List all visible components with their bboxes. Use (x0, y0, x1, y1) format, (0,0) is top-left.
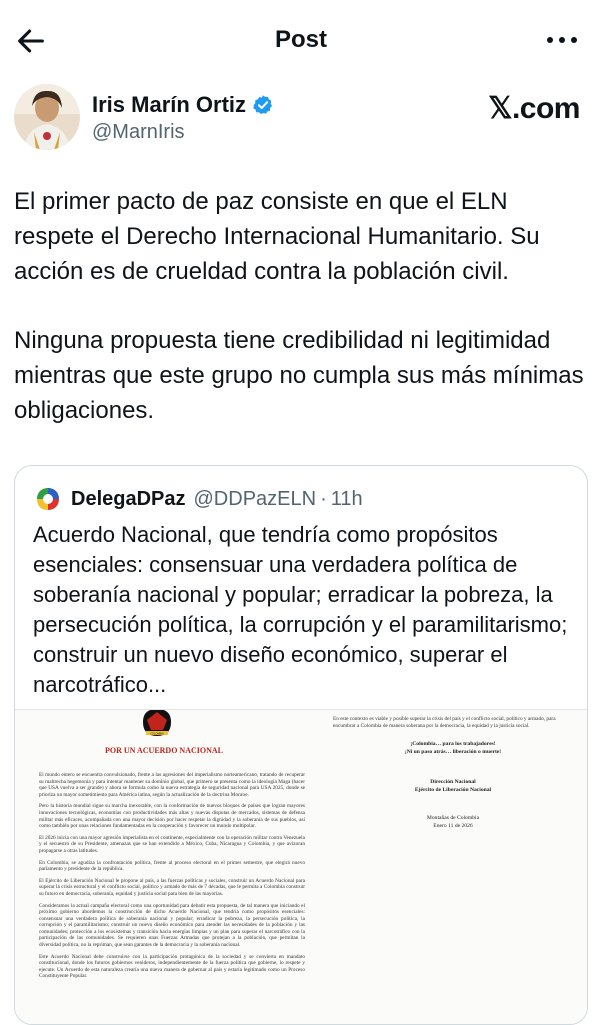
page-title: Post (274, 26, 327, 53)
quoted-post-text: Acuerdo Nacional, que tendría como propó… (33, 522, 568, 697)
signature-line: Dirección Nacional (430, 779, 476, 785)
date-line: Enero 11 de 2026 (433, 823, 473, 829)
author-name[interactable]: Iris Marín Ortiz (92, 92, 246, 118)
quoted-post-card[interactable]: DelegaDPaz @DDPazELN · 11h Acuerdo Nacio… (14, 465, 588, 1025)
document-paragraph: El 2026 inicia con una mayor agresión im… (39, 834, 305, 854)
document-body: El mundo entero se encuentra convulsiona… (39, 772, 305, 985)
top-bar: Post (0, 0, 602, 82)
document-paragraph: El mundo entero se encuentra convulsiona… (39, 772, 305, 798)
tweet-paragraph: El primer pacto de paz consiste en que e… (14, 188, 540, 285)
author-name-row: Iris Marín Ortiz (92, 92, 274, 118)
document-paragraph: Consideramos la actual campaña electoral… (39, 902, 305, 949)
verified-badge-icon (253, 95, 273, 115)
logo-text: COLOMBIA (150, 731, 164, 735)
quoted-author-handle[interactable]: @DDPazELN (194, 488, 317, 511)
quoted-author-avatar[interactable] (33, 484, 63, 514)
tweet-text: El primer pacto de paz consiste en que e… (14, 184, 589, 462)
quoted-post-header: DelegaDPaz @DDPazELN · 11h (33, 484, 363, 514)
document-title: POR UN ACUERDO NACIONAL (104, 746, 223, 755)
eln-logo-icon: COLOMBIA (143, 710, 171, 736)
document-signature: Dirección Nacional Ejército de Liberació… (333, 778, 573, 794)
document-paragraph: Este Acuerdo Nacional debe construirse c… (39, 953, 305, 980)
place-line: Montañas de Colombia (426, 815, 480, 821)
document-page-left: COLOMBIA POR UN ACUERDO NACIONAL El mund… (39, 710, 319, 1024)
author-handle[interactable]: @MarnIris (92, 121, 185, 144)
source-label: 𝕏.com (488, 92, 580, 125)
document-paragraph: El Ejército de Liberación Nacional le pr… (39, 877, 305, 897)
document-intro: En este contexto es viable y posible sup… (333, 716, 556, 729)
quoted-timestamp[interactable]: 11h (331, 488, 363, 511)
document-page-right: En este contexto es viable y posible sup… (333, 710, 579, 1024)
quoted-author-name[interactable]: DelegaDPaz (71, 488, 186, 511)
quoted-document-image[interactable]: COLOMBIA POR UN ACUERDO NACIONAL El mund… (15, 709, 587, 1024)
signature-line: Ejército de Liberación Nacional (414, 787, 492, 793)
author-avatar[interactable] (14, 84, 80, 150)
document-paragraph: Pero la historia mundial sigue su marcha… (39, 803, 305, 830)
document-slogans: ¡Colombia… para los trabajadores! ¡Ni un… (333, 740, 573, 756)
tweet-paragraph: Ninguna propuesta tiene credibilidad ni … (14, 327, 584, 424)
slogan-line: ¡Colombia… para los trabajadores! (410, 741, 496, 747)
more-horizontal-icon[interactable] (544, 28, 580, 52)
avatar-image (14, 84, 80, 150)
document-place-date: Montañas de Colombia Enero 11 de 2026 (333, 814, 573, 830)
separator-dot: · (320, 487, 327, 510)
document-paragraph: En Colombia, se agudiza la confrontación… (39, 859, 305, 873)
slogan-line: ¡Ni un paso atrás… liberación o muerte! (404, 749, 502, 755)
